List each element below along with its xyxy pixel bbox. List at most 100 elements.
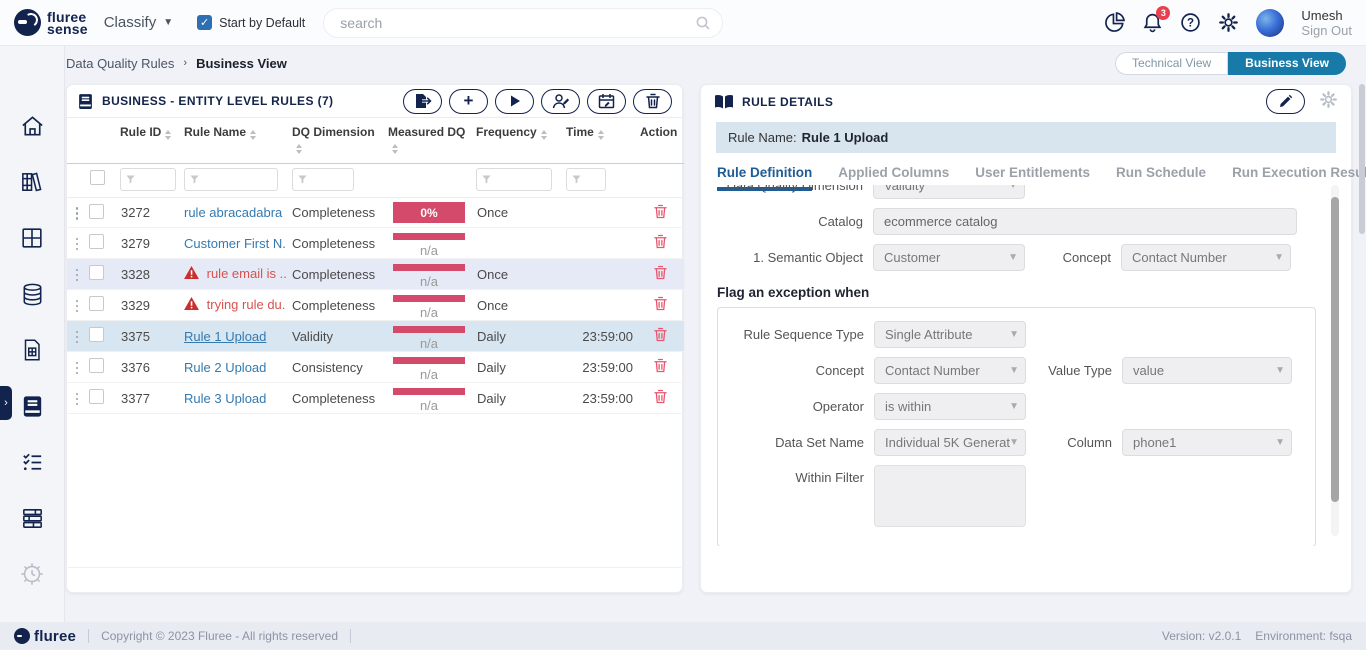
delete-rule-icon[interactable]: [654, 204, 667, 219]
start-by-default-checkbox[interactable]: ✓: [197, 15, 212, 30]
col-action: Action: [637, 118, 684, 164]
drag-handle-icon[interactable]: [76, 300, 79, 313]
details-scrollbar: [1331, 185, 1339, 536]
panel-settings-gear-icon[interactable]: [1319, 90, 1338, 114]
filter-row: [67, 164, 684, 198]
drag-handle-icon[interactable]: [76, 331, 79, 344]
measured-dq-badge: [393, 357, 465, 364]
col-measured-dq[interactable]: Measured DQ: [385, 118, 473, 164]
row-checkbox[interactable]: [89, 327, 104, 342]
table-bottom-divider: [68, 567, 681, 568]
fluree-sense-logo[interactable]: fluree sense: [14, 9, 88, 36]
drag-handle-icon[interactable]: [76, 238, 79, 251]
rule-name-link[interactable]: Rule 1 Upload: [184, 329, 266, 344]
semantic-object-select[interactable]: Customer▼: [873, 244, 1025, 271]
sidebar-item-scheduler-gear[interactable]: [18, 560, 46, 588]
delete-rule-icon[interactable]: [654, 358, 667, 373]
dq-dimension-select[interactable]: Validity▼: [873, 185, 1025, 199]
catalog-input[interactable]: ecommerce catalog: [873, 208, 1297, 235]
row-checkbox[interactable]: [89, 358, 104, 373]
edit-rule-button[interactable]: [1266, 89, 1305, 114]
sidebar-item-home[interactable]: [18, 112, 46, 140]
settings-gear-icon[interactable]: [1218, 12, 1239, 33]
sidebar-item-database[interactable]: [18, 280, 46, 308]
operator-select[interactable]: is within▼: [874, 393, 1026, 420]
row-checkbox[interactable]: [89, 265, 104, 280]
business-view-button[interactable]: Business View: [1228, 52, 1346, 75]
table-row[interactable]: 3329 trying rule du. Completeness n/a On…: [67, 290, 684, 321]
delete-rule-icon[interactable]: [654, 234, 667, 249]
col-rule-id[interactable]: Rule ID: [117, 118, 181, 164]
search-input[interactable]: [323, 8, 723, 38]
table-row[interactable]: 3377 Rule 3 Upload Completeness n/a Dail…: [67, 383, 684, 414]
delete-rule-icon[interactable]: [654, 389, 667, 404]
table-row[interactable]: 3279 Customer First N. Completeness n/a: [67, 228, 684, 259]
column-select[interactable]: phone1▼: [1122, 429, 1292, 456]
schedule-button[interactable]: [587, 89, 626, 114]
delete-rule-icon[interactable]: [654, 265, 667, 280]
export-button[interactable]: [403, 89, 442, 114]
module-label: Classify: [104, 14, 157, 31]
drag-handle-icon[interactable]: [76, 362, 79, 375]
sidebar-item-document[interactable]: [18, 336, 46, 364]
select-all-checkbox[interactable]: [90, 170, 105, 185]
sidebar-item-rules-book[interactable]: [18, 392, 46, 420]
frequency-cell: Once: [473, 259, 563, 290]
time-filter-input[interactable]: [566, 168, 606, 191]
technical-view-button[interactable]: Technical View: [1115, 52, 1228, 75]
help-icon[interactable]: ?: [1180, 12, 1201, 33]
sign-out-link[interactable]: Sign Out: [1301, 23, 1352, 38]
frequency-filter-input[interactable]: [476, 168, 552, 191]
col-time[interactable]: Time: [563, 118, 637, 164]
sidebar-item-library[interactable]: [18, 168, 46, 196]
rule-sequence-type-select[interactable]: Single Attribute▼: [874, 321, 1026, 348]
row-checkbox[interactable]: [89, 389, 104, 404]
table-row[interactable]: 3376 Rule 2 Upload Consistency n/a Daily…: [67, 352, 684, 383]
data-set-name-select[interactable]: Individual 5K Generat▼: [874, 429, 1026, 456]
rule-name-link[interactable]: Rule 3 Upload: [184, 391, 266, 406]
table-row[interactable]: 3375 Rule 1 Upload Validity n/a Daily 23…: [67, 321, 684, 352]
table-row[interactable]: 3328 rule email is .. Completeness n/a O…: [67, 259, 684, 290]
col-rule-name[interactable]: Rule Name: [181, 118, 289, 164]
col-dq-dimension[interactable]: DQ Dimension: [289, 118, 385, 164]
sidebar-item-checklist[interactable]: [18, 448, 46, 476]
funnel-icon: [482, 175, 491, 184]
within-filter-textarea[interactable]: [874, 465, 1026, 527]
drag-handle-icon[interactable]: [76, 393, 79, 406]
module-selector[interactable]: Classify ▼: [104, 14, 173, 31]
table-row[interactable]: 3272 rule abracadabra Completeness 0% On…: [67, 198, 684, 228]
value-type-select[interactable]: value▼: [1122, 357, 1292, 384]
dq-dimension-filter-input[interactable]: [292, 168, 354, 191]
assign-user-button[interactable]: [541, 89, 580, 114]
row-checkbox[interactable]: [89, 234, 104, 249]
sidebar-item-server[interactable]: [18, 504, 46, 532]
delete-rules-button[interactable]: [633, 89, 672, 114]
details-scrollbar-thumb[interactable]: [1331, 197, 1339, 502]
breadcrumb-parent[interactable]: Data Quality Rules: [66, 56, 174, 71]
rule-name-filter-input[interactable]: [184, 168, 278, 191]
rule-name-link[interactable]: rule abracadabra: [184, 205, 282, 220]
row-checkbox[interactable]: [89, 296, 104, 311]
reports-pie-icon[interactable]: [1104, 12, 1125, 33]
measured-dq-value: n/a: [420, 305, 438, 320]
exception-concept-select[interactable]: Contact Number▼: [874, 357, 1026, 384]
rule-name-link[interactable]: Rule 2 Upload: [184, 360, 266, 375]
rule-name-link[interactable]: Customer First N.: [184, 236, 286, 251]
delete-rule-icon[interactable]: [654, 327, 667, 342]
sidebar-item-grid[interactable]: [18, 224, 46, 252]
rule-id-filter-input[interactable]: [120, 168, 176, 191]
row-checkbox[interactable]: [89, 204, 104, 219]
user-avatar[interactable]: [1256, 9, 1284, 37]
delete-rule-icon[interactable]: [654, 296, 667, 311]
run-rule-button[interactable]: [495, 89, 534, 114]
col-frequency[interactable]: Frequency: [473, 118, 563, 164]
page-scrollbar-thumb[interactable]: [1359, 84, 1365, 234]
notifications-bell-icon[interactable]: 3: [1142, 12, 1163, 33]
add-rule-button[interactable]: +: [449, 89, 488, 114]
concept-label: Concept: [1025, 250, 1111, 265]
rule-name-link[interactable]: trying rule du.: [207, 297, 286, 312]
drag-handle-icon[interactable]: [76, 207, 79, 220]
concept-select[interactable]: Contact Number▼: [1121, 244, 1291, 271]
rule-name-link[interactable]: rule email is ..: [207, 266, 287, 281]
drag-handle-icon[interactable]: [76, 269, 79, 282]
